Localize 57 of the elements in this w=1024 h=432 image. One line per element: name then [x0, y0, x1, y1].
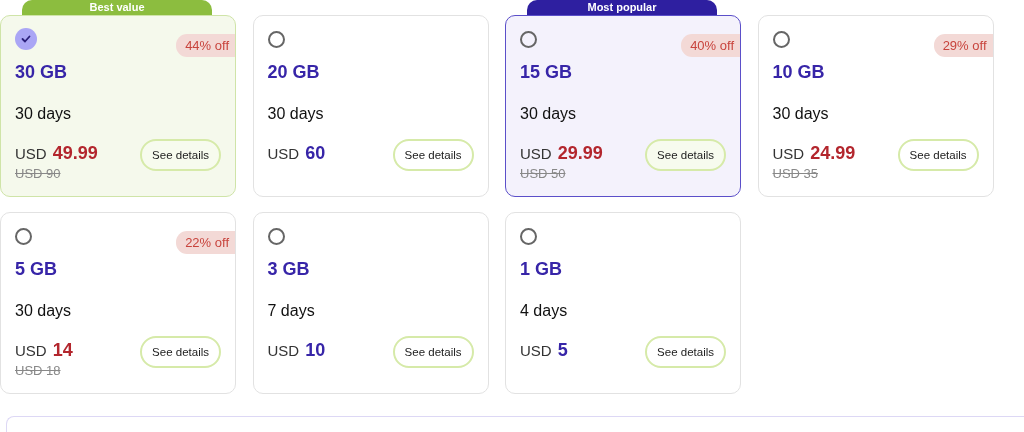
price-value: 24.99 [810, 143, 856, 164]
old-price: USD 18 [15, 363, 61, 378]
discount-badge: 40% off [681, 34, 740, 57]
see-details-button[interactable]: See details [392, 336, 474, 368]
see-details-button[interactable]: See details [392, 139, 474, 171]
discount-badge: 22% off [176, 231, 235, 254]
radio-button[interactable] [520, 31, 537, 48]
validity-days: 30 days [520, 105, 740, 123]
plan-card[interactable]: 20 GB 30 days USD 60 See details [252, 15, 489, 197]
old-price: USD 90 [15, 166, 61, 181]
price-value: 14 [52, 340, 73, 361]
data-amount: 15 GB [520, 62, 574, 83]
old-price: USD 35 [772, 166, 819, 181]
currency-label: USD [520, 342, 552, 359]
price-value: 5 [557, 340, 568, 361]
plan-card[interactable]: 29% off 10 GB 30 days USD 24.99 USD 35 See details [757, 15, 994, 197]
radio-checked-icon[interactable] [15, 28, 37, 50]
currency-label: USD [267, 342, 300, 359]
plan-card[interactable]: 44% off 30 GB 30 days USD 49.99 USD 90 See details [0, 15, 236, 197]
price-value: 10 [305, 340, 326, 361]
validity-days: 4 days [520, 302, 740, 320]
see-details-button[interactable]: See details [645, 139, 726, 171]
validity-days: 30 days [772, 105, 993, 123]
data-amount: 20 GB [267, 62, 321, 83]
currency-label: USD [15, 342, 47, 359]
validity-days: 30 days [15, 105, 235, 123]
data-amount: 30 GB [15, 62, 69, 83]
price-value: 60 [305, 143, 326, 164]
data-amount: 1 GB [520, 259, 563, 280]
see-details-button[interactable]: See details [140, 139, 221, 171]
plan-card[interactable]: 1 GB 4 days USD 5 See details [505, 212, 741, 394]
currency-label: USD [267, 145, 300, 162]
plan-card[interactable]: 22% off 5 GB 30 days USD 14 USD 18 See details [0, 212, 236, 394]
plan-card[interactable]: 40% off 15 GB 30 days USD 29.99 USD 50 See details [505, 15, 741, 197]
see-details-button[interactable]: See details [897, 139, 979, 171]
currency-label: USD [15, 145, 47, 162]
validity-days: 7 days [267, 302, 488, 320]
radio-button[interactable] [772, 31, 790, 48]
radio-button[interactable] [267, 228, 285, 245]
currency-label: USD [520, 145, 552, 162]
currency-label: USD [772, 145, 805, 162]
see-details-button[interactable]: See details [645, 336, 726, 368]
radio-button[interactable] [15, 228, 32, 245]
data-amount: 5 GB [15, 259, 58, 280]
validity-days: 30 days [15, 302, 235, 320]
data-amount: 10 GB [772, 62, 826, 83]
plan-card[interactable]: 3 GB 7 days USD 10 See details [252, 212, 489, 394]
discount-badge: 44% off [176, 34, 235, 57]
see-details-button[interactable]: See details [140, 336, 221, 368]
price-value: 49.99 [52, 143, 98, 164]
radio-button[interactable] [520, 228, 537, 245]
old-price: USD 50 [520, 166, 566, 181]
data-amount: 3 GB [267, 259, 311, 280]
validity-days: 30 days [267, 105, 488, 123]
radio-button[interactable] [267, 31, 285, 48]
discount-badge: 29% off [933, 34, 993, 57]
price-value: 29.99 [557, 143, 603, 164]
